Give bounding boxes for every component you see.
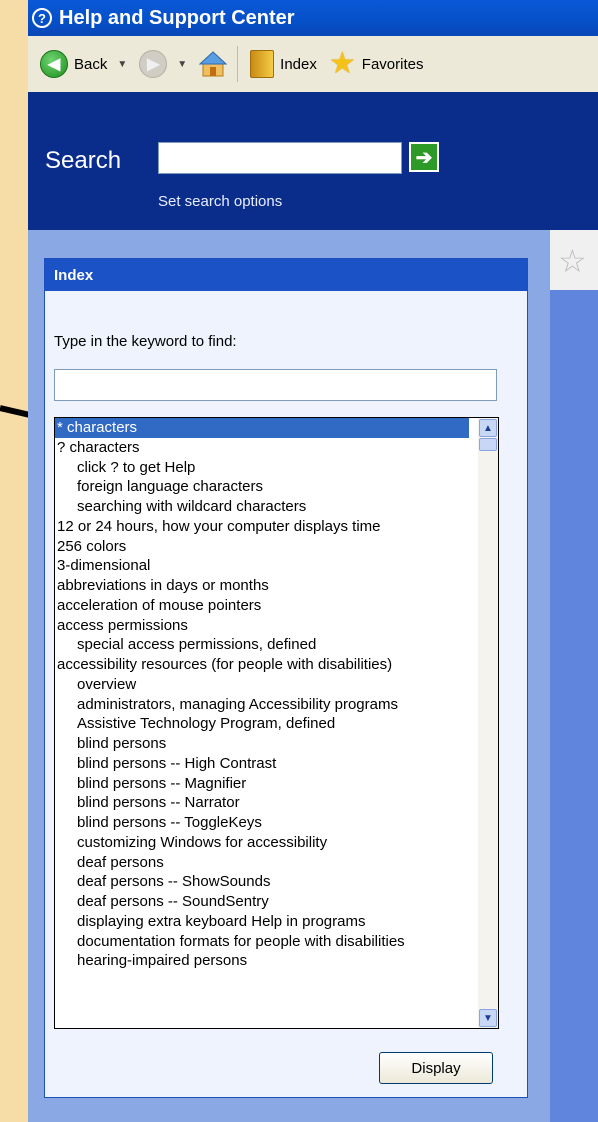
list-item[interactable]: blind persons [55,734,489,754]
list-item[interactable]: * characters [55,418,469,438]
help-window: ? Help and Support Center ◀ Back ▼ ▶ ▼ I… [28,0,598,1122]
home-button[interactable] [199,51,228,77]
navigation-pane: Index Type in the keyword to find: * cha… [28,230,550,1122]
list-item[interactable]: 12 or 24 hours, how your computer displa… [55,517,469,537]
index-header: Index [45,259,527,291]
list-item[interactable]: blind persons -- Magnifier [55,774,489,794]
list-item[interactable]: accessibility resources (for people with… [55,655,469,675]
search-options-link[interactable]: Set search options [158,193,282,210]
back-button[interactable]: ◀ Back ▼ [40,50,127,78]
list-item[interactable]: 3-dimensional [55,556,469,576]
forward-arrow-icon: ▶ [139,50,168,78]
toolbar: ◀ Back ▼ ▶ ▼ Index ★ Favorites [28,36,598,93]
listbox-scrollbar[interactable]: ▲ ▼ [478,418,498,1028]
help-icon: ? [32,8,52,28]
list-item[interactable]: administrators, managing Accessibility p… [55,695,489,715]
forward-dropdown-icon[interactable]: ▼ [177,59,187,70]
content-toolbar: ☆ [550,230,598,290]
back-dropdown-icon[interactable]: ▼ [117,59,127,70]
keyword-input[interactable] [54,369,497,401]
index-listbox[interactable]: * characters ? characters click ? to get… [54,417,499,1029]
scroll-down-icon[interactable]: ▼ [479,1009,497,1027]
list-item[interactable]: 256 colors [55,537,469,557]
search-label: Search [45,147,122,174]
slide-background [0,0,28,1122]
list-item[interactable]: deaf persons [55,853,489,873]
content-pane: ☆ [550,230,598,1122]
favorites-star-icon: ★ [328,47,356,80]
forward-button[interactable]: ▶ ▼ [139,50,187,78]
list-item[interactable]: hearing-impaired persons [55,951,489,971]
search-input[interactable] [158,142,402,174]
list-item[interactable]: click ? to get Help [55,458,489,478]
search-bar: Search ➔ Set search options [28,92,598,230]
favorites-button[interactable]: ★ Favorites [328,47,424,80]
list-item[interactable]: special access permissions, defined [55,635,489,655]
list-item[interactable]: overview [55,675,489,695]
favorites-label: Favorites [361,55,424,73]
list-item[interactable]: abbreviations in days or months [55,576,469,596]
scroll-up-icon[interactable]: ▲ [479,419,497,437]
index-label: Index [280,55,317,73]
back-label: Back [74,55,108,73]
index-panel: Index Type in the keyword to find: * cha… [44,258,528,1098]
keyword-label: Type in the keyword to find: [54,333,237,350]
title-bar: ? Help and Support Center [28,0,598,36]
list-item[interactable]: deaf persons -- ShowSounds [55,872,489,892]
list-item[interactable]: blind persons -- ToggleKeys [55,813,489,833]
add-favorite-star-icon[interactable]: ☆ [558,242,587,280]
index-button[interactable]: Index [250,50,317,78]
list-item[interactable]: deaf persons -- SoundSentry [55,892,489,912]
list-item[interactable]: searching with wildcard characters [55,497,489,517]
list-item[interactable]: access permissions [55,616,469,636]
go-arrow-icon: ➔ [415,146,433,169]
list-item[interactable]: displaying extra keyboard Help in progra… [55,912,489,932]
window-title: Help and Support Center [59,6,295,29]
list-item[interactable]: blind persons -- Narrator [55,793,489,813]
book-icon [250,50,275,78]
toolbar-separator [237,46,239,82]
list-item[interactable]: customizing Windows for accessibility [55,833,489,853]
home-icon [199,51,228,77]
scroll-thumb[interactable] [479,438,497,451]
list-item[interactable]: blind persons -- High Contrast [55,754,489,774]
back-arrow-icon: ◀ [40,50,68,78]
list-item[interactable]: ? characters [55,438,469,458]
list-item[interactable]: foreign language characters [55,477,489,497]
display-button[interactable]: Display [379,1052,493,1084]
list-item[interactable]: documentation formats for people with di… [55,932,489,952]
search-go-button[interactable]: ➔ [409,142,439,172]
list-item[interactable]: Assistive Technology Program, defined [55,714,489,734]
list-item[interactable]: acceleration of mouse pointers [55,596,469,616]
